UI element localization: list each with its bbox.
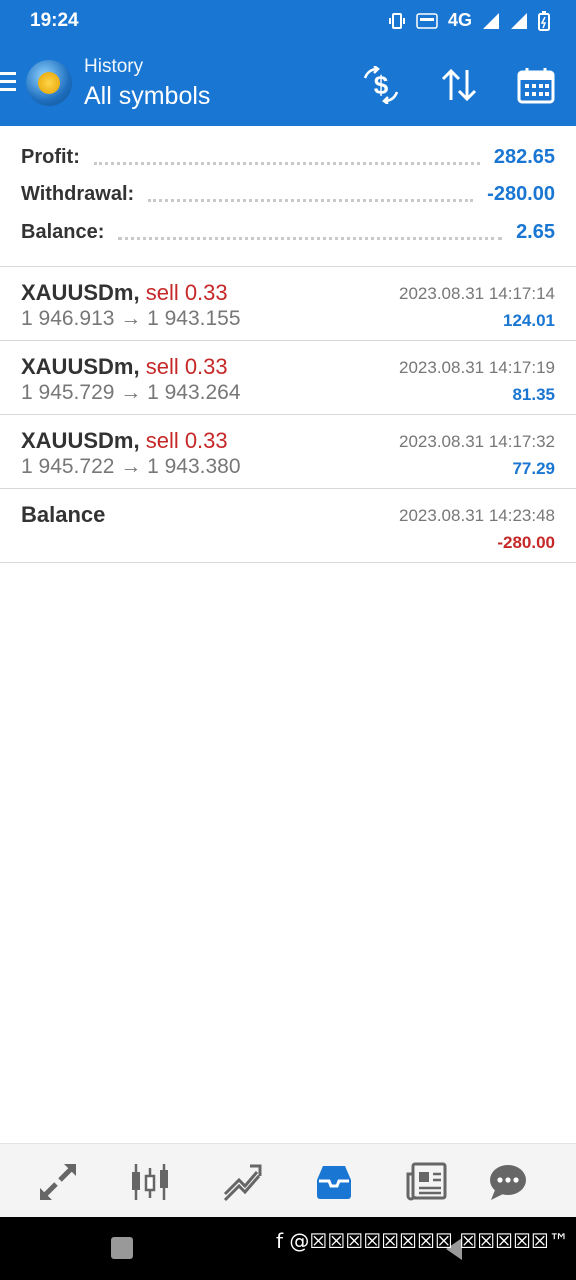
deal-profit: 124.01 <box>503 311 555 330</box>
summary-balance: Balance: 2.65 <box>21 217 555 247</box>
deal-time: 2023.08.31 14:17:14 <box>399 284 555 303</box>
leader-dots <box>148 187 474 202</box>
deal-symbol: XAUUSDm, <box>21 354 140 379</box>
chat-icon <box>490 1165 526 1200</box>
svg-text:$: $ <box>374 70 389 100</box>
vibrate-icon <box>388 12 405 29</box>
deal-time: 2023.08.31 14:23:48 <box>399 506 555 525</box>
deal-action: sell 0.33 <box>145 354 228 379</box>
deal-action: sell 0.33 <box>145 428 228 453</box>
history-icon <box>317 1166 351 1199</box>
trade-icon <box>223 1164 262 1202</box>
battery-icon <box>538 10 550 31</box>
bottom-nav <box>0 1143 576 1218</box>
watermark: f @☒☒☒☒☒☒☒☒ ☒☒☒☒☒™ <box>276 1229 569 1253</box>
summary-label: Profit: <box>21 145 80 168</box>
status-icons: 4G <box>388 10 550 31</box>
deal-prices: 1 945.722 → 1 943.380 <box>21 455 241 478</box>
deal-symbol: XAUUSDm, <box>21 428 140 453</box>
history-summary: Profit: 282.65 Withdrawal: -280.00 Balan… <box>0 126 576 267</box>
deal-profit: -280.00 <box>497 533 555 552</box>
summary-profit: Profit: 282.65 <box>21 142 555 172</box>
nav-history[interactable] <box>312 1160 356 1204</box>
volte-icon <box>416 12 438 29</box>
calendar-icon <box>517 68 555 104</box>
summary-value: 282.65 <box>493 145 555 168</box>
deal-row[interactable]: XAUUSDm, sell 0.33 1 946.913 → 1 943.155… <box>0 267 576 341</box>
app-logo <box>26 60 72 106</box>
sort-icon <box>441 68 477 102</box>
deal-symbol-line: XAUUSDm, sell 0.33 <box>21 280 228 306</box>
recents-button[interactable] <box>111 1237 133 1259</box>
nav-quotes[interactable] <box>36 1160 80 1204</box>
app-bar: History All symbols $ <box>0 44 576 126</box>
nav-trade[interactable] <box>220 1160 264 1204</box>
summary-withdrawal: Withdrawal: -280.00 <box>21 179 555 209</box>
deal-symbol: Balance <box>21 502 106 527</box>
header-title[interactable]: All symbols <box>84 82 210 111</box>
deal-profit: 81.35 <box>512 385 555 404</box>
header-titles: History All symbols <box>84 56 210 111</box>
deal-symbol-line: XAUUSDm, sell 0.33 <box>21 428 228 454</box>
system-nav-bar: f @☒☒☒☒☒☒☒☒ ☒☒☒☒☒™ <box>0 1217 576 1280</box>
leader-dots <box>93 150 480 165</box>
deal-prices: 1 946.913 → 1 943.155 <box>21 307 241 330</box>
calendar-button[interactable] <box>515 64 557 106</box>
deal-time: 2023.08.31 14:17:19 <box>399 358 555 377</box>
deal-symbol-line: XAUUSDm, sell 0.33 <box>21 354 228 380</box>
money-exchange-icon: $ <box>363 66 399 104</box>
leader-dots <box>118 225 503 240</box>
deal-prices: 1 945.729 → 1 943.264 <box>21 381 241 404</box>
deal-profit: 77.29 <box>512 459 555 478</box>
money-exchange-button[interactable]: $ <box>360 64 402 106</box>
deal-symbol: XAUUSDm, <box>21 280 140 305</box>
news-icon <box>406 1162 447 1201</box>
deal-action: sell 0.33 <box>145 280 228 305</box>
signal-icon-2 <box>511 12 527 29</box>
summary-value: -280.00 <box>487 182 555 205</box>
nav-news[interactable] <box>404 1160 448 1204</box>
nav-chat[interactable] <box>486 1160 530 1204</box>
summary-label: Withdrawal: <box>21 182 135 205</box>
status-time: 19:24 <box>30 10 79 31</box>
quotes-icon <box>40 1164 76 1200</box>
menu-icon[interactable] <box>0 72 16 94</box>
chart-icon <box>132 1164 168 1200</box>
summary-value: 2.65 <box>516 220 555 243</box>
nav-chart[interactable] <box>128 1160 172 1204</box>
header-subtitle: History <box>84 56 144 77</box>
deal-row[interactable]: XAUUSDm, sell 0.33 1 945.722 → 1 943.380… <box>0 415 576 489</box>
deal-row[interactable]: XAUUSDm, sell 0.33 1 945.729 → 1 943.264… <box>0 341 576 415</box>
summary-label: Balance: <box>21 220 105 243</box>
balance-row[interactable]: Balance 2023.08.31 14:23:48 -280.00 <box>0 489 576 563</box>
status-bar: 19:24 4G <box>0 0 576 44</box>
sort-button[interactable] <box>438 64 480 106</box>
network-type: 4G <box>447 10 472 30</box>
deal-time: 2023.08.31 14:17:32 <box>399 432 555 451</box>
signal-icon <box>483 12 499 29</box>
